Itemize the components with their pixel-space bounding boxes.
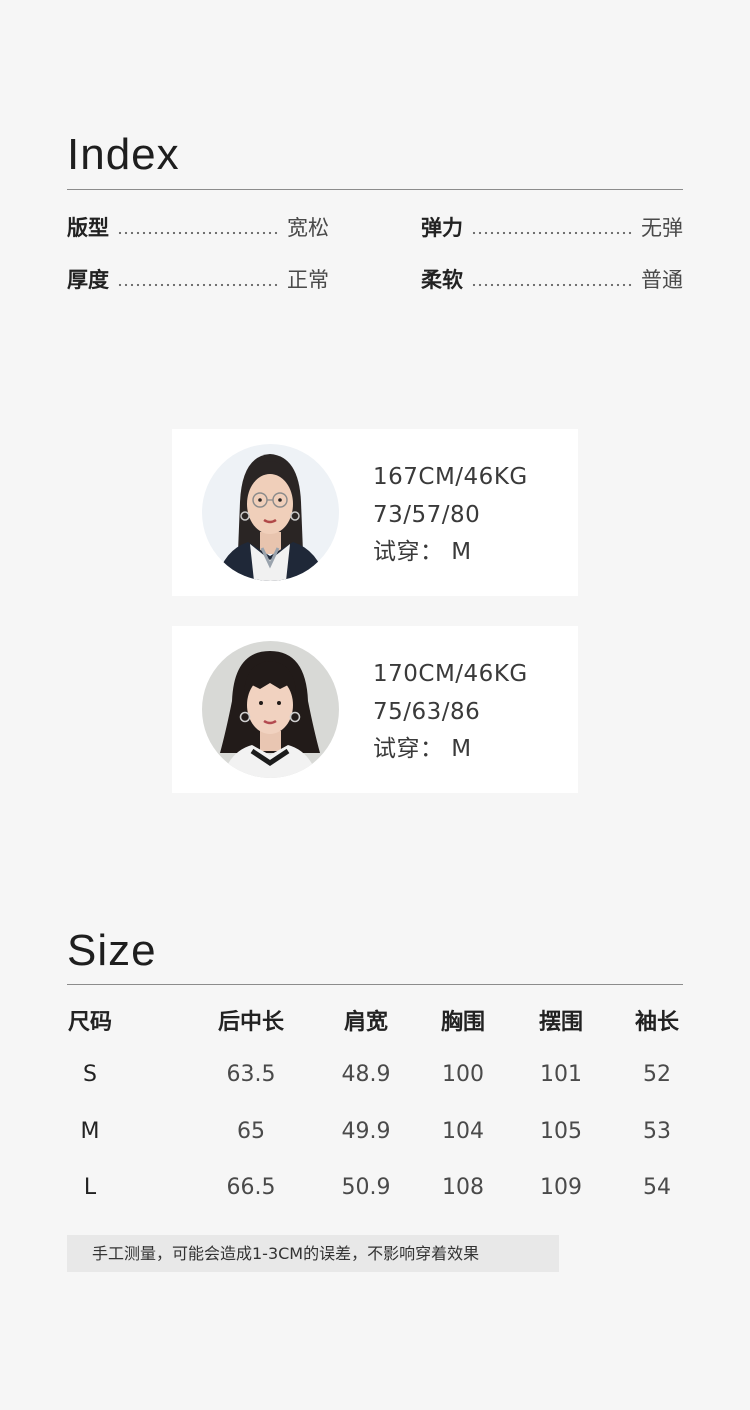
model-card: 170CM/46KG 75/63/86 试穿： M bbox=[172, 626, 578, 793]
size-label: S bbox=[83, 1062, 97, 1087]
sleeve-value: 52 bbox=[643, 1062, 671, 1087]
model-bust-waist-hip: 73/57/80 bbox=[373, 501, 481, 528]
header-chest: 胸围 bbox=[440, 1010, 485, 1035]
sleeve-value: 53 bbox=[643, 1119, 671, 1144]
index-label: 柔软 bbox=[421, 268, 463, 292]
shoulder-value: 49.9 bbox=[341, 1119, 391, 1144]
model-card: 167CM/46KG 73/57/80 试穿： M bbox=[172, 429, 578, 596]
index-item-softness: 柔软 普通 bbox=[421, 264, 683, 294]
index-value: 无弹 bbox=[641, 216, 683, 240]
size-title: Size bbox=[67, 926, 157, 975]
index-label: 版型 bbox=[67, 216, 109, 240]
index-item-fit: 版型 宽松 bbox=[67, 212, 329, 242]
index-item-thickness: 厚度 正常 bbox=[67, 264, 329, 294]
model-bust-waist-hip: 75/63/86 bbox=[373, 698, 481, 725]
header-back-length: 后中长 bbox=[217, 1010, 284, 1035]
hem-value: 105 bbox=[540, 1119, 582, 1144]
index-item-elasticity: 弹力 无弹 bbox=[421, 212, 683, 242]
size-label: M bbox=[80, 1119, 100, 1144]
chest-value: 108 bbox=[442, 1175, 484, 1200]
model-avatar bbox=[202, 641, 339, 778]
index-title: Index bbox=[67, 130, 180, 179]
chest-value: 100 bbox=[442, 1062, 484, 1087]
header-hem: 摆围 bbox=[538, 1010, 583, 1035]
dot-leader bbox=[471, 283, 633, 287]
index-row: 版型 宽松 弹力 无弹 bbox=[67, 210, 683, 244]
dot-leader bbox=[117, 231, 279, 235]
model-measurements: 170CM/46KG 75/63/86 试穿： M bbox=[373, 656, 528, 769]
dot-leader bbox=[117, 283, 279, 287]
model-try-on-size: 试穿： M bbox=[373, 736, 472, 762]
back-length-value: 66.5 bbox=[226, 1175, 276, 1200]
shoulder-value: 48.9 bbox=[341, 1062, 391, 1087]
dot-leader bbox=[471, 231, 633, 235]
table-row: M 65 49.9 104 105 53 bbox=[67, 1112, 683, 1152]
table-row: L 66.5 50.9 108 109 54 bbox=[67, 1168, 683, 1208]
chest-value: 104 bbox=[442, 1119, 484, 1144]
model-try-on-size: 试穿： M bbox=[373, 539, 472, 565]
hem-value: 109 bbox=[540, 1175, 582, 1200]
index-value: 正常 bbox=[287, 268, 329, 292]
back-length-value: 63.5 bbox=[226, 1062, 276, 1087]
model-measurements: 167CM/46KG 73/57/80 试穿： M bbox=[373, 459, 528, 572]
header-shoulder: 肩宽 bbox=[343, 1010, 388, 1035]
index-row: 厚度 正常 柔软 普通 bbox=[67, 262, 683, 296]
model-height-weight: 167CM/46KG bbox=[373, 464, 528, 490]
sleeve-value: 54 bbox=[643, 1175, 671, 1200]
index-label: 弹力 bbox=[421, 216, 463, 240]
index-value: 普通 bbox=[641, 268, 683, 292]
size-divider bbox=[67, 984, 683, 985]
index-divider bbox=[67, 189, 683, 190]
back-length-value: 65 bbox=[237, 1119, 265, 1144]
table-row: S 63.5 48.9 100 101 52 bbox=[67, 1055, 683, 1095]
header-sleeve: 袖长 bbox=[634, 1010, 679, 1035]
header-size: 尺码 bbox=[67, 1010, 112, 1035]
shoulder-value: 50.9 bbox=[341, 1175, 391, 1200]
measurement-note: 手工测量，可能会造成1-3CM的误差，不影响穿着效果 bbox=[67, 1235, 559, 1272]
index-label: 厚度 bbox=[67, 268, 109, 292]
hem-value: 101 bbox=[540, 1062, 582, 1087]
model-height-weight: 170CM/46KG bbox=[373, 661, 528, 687]
size-label: L bbox=[83, 1175, 97, 1200]
index-value: 宽松 bbox=[287, 216, 329, 240]
size-table-header: 尺码 后中长 肩宽 胸围 摆围 袖长 bbox=[67, 1003, 683, 1043]
model-avatar bbox=[202, 444, 339, 581]
